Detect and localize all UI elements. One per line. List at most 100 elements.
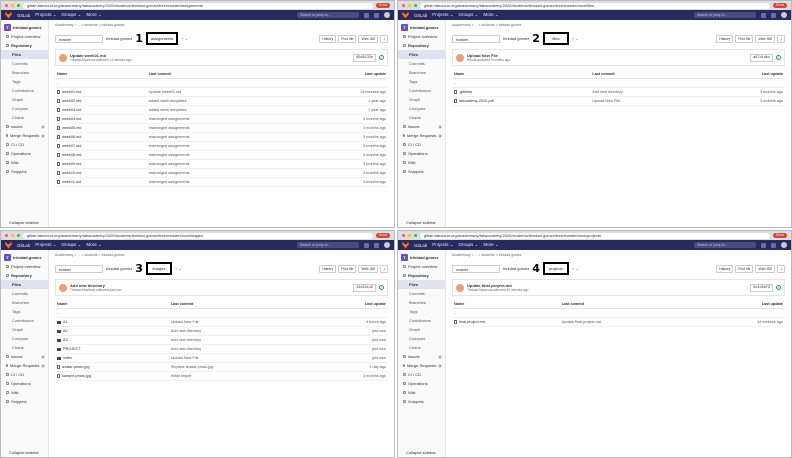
gitlab-logo-icon[interactable] — [402, 11, 409, 19]
sidebar-item-issues[interactable]: Issues 0 — [1, 352, 48, 361]
sidebar-item-commits[interactable]: Commits — [1, 59, 48, 68]
sidebar-project-header[interactable]: Ttrinidad.gomez — [1, 253, 48, 262]
sidebar-item-issues[interactable]: Issues 0 — [1, 122, 48, 131]
sidebar-item-operations[interactable]: Operations — [1, 379, 48, 388]
download-button[interactable]: ⤓ — [777, 264, 785, 273]
file-name-cell[interactable]: avatar-photo.jpg — [55, 362, 169, 372]
file-name-cell[interactable]: A3 — [55, 335, 169, 345]
history-button[interactable]: History — [716, 34, 734, 43]
breadcrumb[interactable]: Academany > ... > students > trinidad.go… — [452, 253, 785, 257]
file-name-cell[interactable]: .. — [55, 308, 169, 318]
file-name[interactable]: week01.md — [62, 90, 81, 94]
table-row[interactable]: week04.md rearranged assignments 3 months … — [55, 114, 388, 124]
last-commit-message[interactable]: Upload New File — [168, 353, 308, 363]
table-row[interactable]: index Upload New File just now — [55, 353, 388, 363]
last-commit-message[interactable]: Update final-project.md — [559, 317, 693, 327]
nav-menu-1[interactable]: Groups ⌄ — [62, 12, 82, 18]
path-root-link[interactable]: trinidad.gomez — [106, 36, 132, 41]
find-file-button[interactable]: Find file — [735, 34, 754, 43]
file-name-cell[interactable]: week04.md — [55, 114, 147, 124]
sidebar-item-merge-requests[interactable]: Merge Requests 0 — [398, 361, 445, 370]
file-name-cell[interactable]: .. — [452, 78, 591, 88]
file-name[interactable]: week11.md — [62, 180, 81, 184]
current-directory-highlight[interactable]: assignments — [145, 32, 179, 45]
sidebar-item-operations[interactable]: Operations — [398, 379, 445, 388]
find-file-button[interactable]: Find file — [338, 34, 357, 43]
last-commit-message[interactable]: Add new directory — [590, 87, 700, 97]
commit-sha[interactable]: 8c4d3ef3 — [750, 283, 773, 292]
nav-menu-0[interactable]: Projects ⌄ — [432, 242, 453, 248]
plus-icon[interactable] — [761, 242, 766, 248]
sidebar-item-files[interactable]: Files — [1, 280, 48, 289]
table-row[interactable]: week10.md rearranged assignments 3 months … — [55, 168, 388, 178]
table-row[interactable]: .. — [55, 78, 388, 88]
file-name-cell[interactable]: week08.md — [55, 150, 147, 160]
last-commit-message[interactable]: Initial import — [168, 371, 308, 381]
table-row[interactable]: week09.md rearranged assignments 3 months … — [55, 159, 388, 169]
last-commit-message[interactable]: added week templates — [146, 105, 292, 115]
sidebar-item-graph[interactable]: Graph — [1, 325, 48, 334]
last-commit-message[interactable]: rearranged assignments — [146, 150, 292, 160]
last-commit-message[interactable]: added week templates — [146, 96, 292, 106]
sidebar-item-contributors[interactable]: Contributors — [1, 316, 48, 325]
gitlab-logo-icon[interactable] — [402, 241, 409, 249]
sidebar-item-files[interactable]: Files — [398, 50, 445, 59]
sidebar-item-wiki[interactable]: Wiki — [398, 158, 445, 167]
sidebar-item-contributors[interactable]: Contributors — [398, 316, 445, 325]
file-name[interactable]: avatar-photo.jpg — [62, 365, 89, 369]
collapse-sidebar-button[interactable]: Collapse sidebar — [4, 218, 42, 227]
nav-menu-0[interactable]: Projects ⌄ — [35, 242, 56, 248]
maximize-window-icon[interactable] — [414, 234, 417, 237]
gitlab-logo-icon[interactable] — [5, 11, 12, 19]
todo-icon[interactable] — [374, 242, 379, 248]
sidebar-item-project-overview[interactable]: Project overview — [398, 262, 445, 271]
breadcrumb[interactable]: Academany > ... > students > trinidad.go… — [452, 23, 785, 27]
file-name[interactable]: .. — [57, 81, 59, 85]
nav-menu-2[interactable]: More ⌄ — [483, 242, 498, 248]
branch-selector[interactable]: master — [55, 34, 103, 43]
file-name[interactable]: A3 — [63, 338, 68, 342]
file-name[interactable]: week02.md — [62, 99, 81, 103]
sidebar-item-operations[interactable]: Operations — [398, 149, 445, 158]
add-to-tree-dropdown[interactable]: + ⌄ — [572, 266, 579, 271]
table-row[interactable]: week03.md added week templates 1 year ago — [55, 105, 388, 115]
nav-menu-2[interactable]: More ⌄ — [86, 242, 101, 248]
user-avatar[interactable] — [781, 12, 787, 18]
sidebar-item-branches[interactable]: Branches — [398, 68, 445, 77]
commit-sha[interactable]: 33e94142 — [353, 283, 376, 292]
table-row[interactable]: week01.md Update week01.md 13 minutes ago — [55, 87, 388, 97]
author-avatar[interactable] — [456, 283, 464, 292]
add-to-tree-dropdown[interactable]: + ⌄ — [175, 266, 182, 271]
collapse-sidebar-button[interactable]: Collapse sidebar — [4, 448, 42, 457]
add-to-tree-dropdown[interactable]: + ⌄ — [572, 36, 579, 41]
breadcrumb[interactable]: Academany > ... > students > trinidad.go… — [55, 23, 388, 27]
browser-error-pill[interactable]: Error — [773, 233, 787, 238]
search-input[interactable]: Search or jump to... — [694, 242, 756, 248]
table-row[interactable]: .. — [452, 78, 785, 88]
sidebar-item-charts[interactable]: Charts — [1, 343, 48, 352]
table-row[interactable]: sample-photo.jpg Initial import 3 months a… — [55, 371, 388, 381]
sidebar-item-commits[interactable]: Commits — [398, 289, 445, 298]
sidebar-item-snippets[interactable]: Snippets — [1, 397, 48, 406]
nav-menu-2[interactable]: More ⌄ — [483, 12, 498, 18]
file-name-cell[interactable]: sample-photo.jpg — [55, 371, 169, 381]
find-file-button[interactable]: Find file — [338, 264, 357, 273]
sidebar-item-compare[interactable]: Compare — [1, 104, 48, 113]
file-name[interactable]: sample-photo.jpg — [62, 374, 91, 378]
last-commit-message[interactable] — [168, 308, 308, 318]
history-button[interactable]: History — [319, 264, 337, 273]
todo-icon[interactable] — [771, 242, 776, 248]
table-row[interactable]: A1 Upload New File 4 hours ago — [55, 317, 388, 327]
nav-menu-0[interactable]: Projects ⌄ — [35, 12, 56, 18]
path-root-link[interactable]: trinidad.gomez — [503, 266, 529, 271]
address-bar[interactable]: gitlab.fabcloud.org/academany/fabacademy… — [23, 232, 374, 239]
browser-error-pill[interactable]: Error — [773, 3, 787, 8]
last-commit-message[interactable]: rearranged assignments — [146, 114, 292, 124]
table-row[interactable]: final-project.md Update final-project.md 4… — [452, 317, 785, 327]
file-name[interactable]: week08.md — [62, 153, 81, 157]
nav-menu-2[interactable]: More ⌄ — [86, 12, 101, 18]
find-file-button[interactable]: Find file — [735, 264, 754, 273]
file-name[interactable]: PROJECT — [63, 347, 81, 351]
file-name[interactable]: .gitkeep — [459, 90, 472, 94]
nav-menu-0[interactable]: Projects ⌄ — [432, 12, 453, 18]
